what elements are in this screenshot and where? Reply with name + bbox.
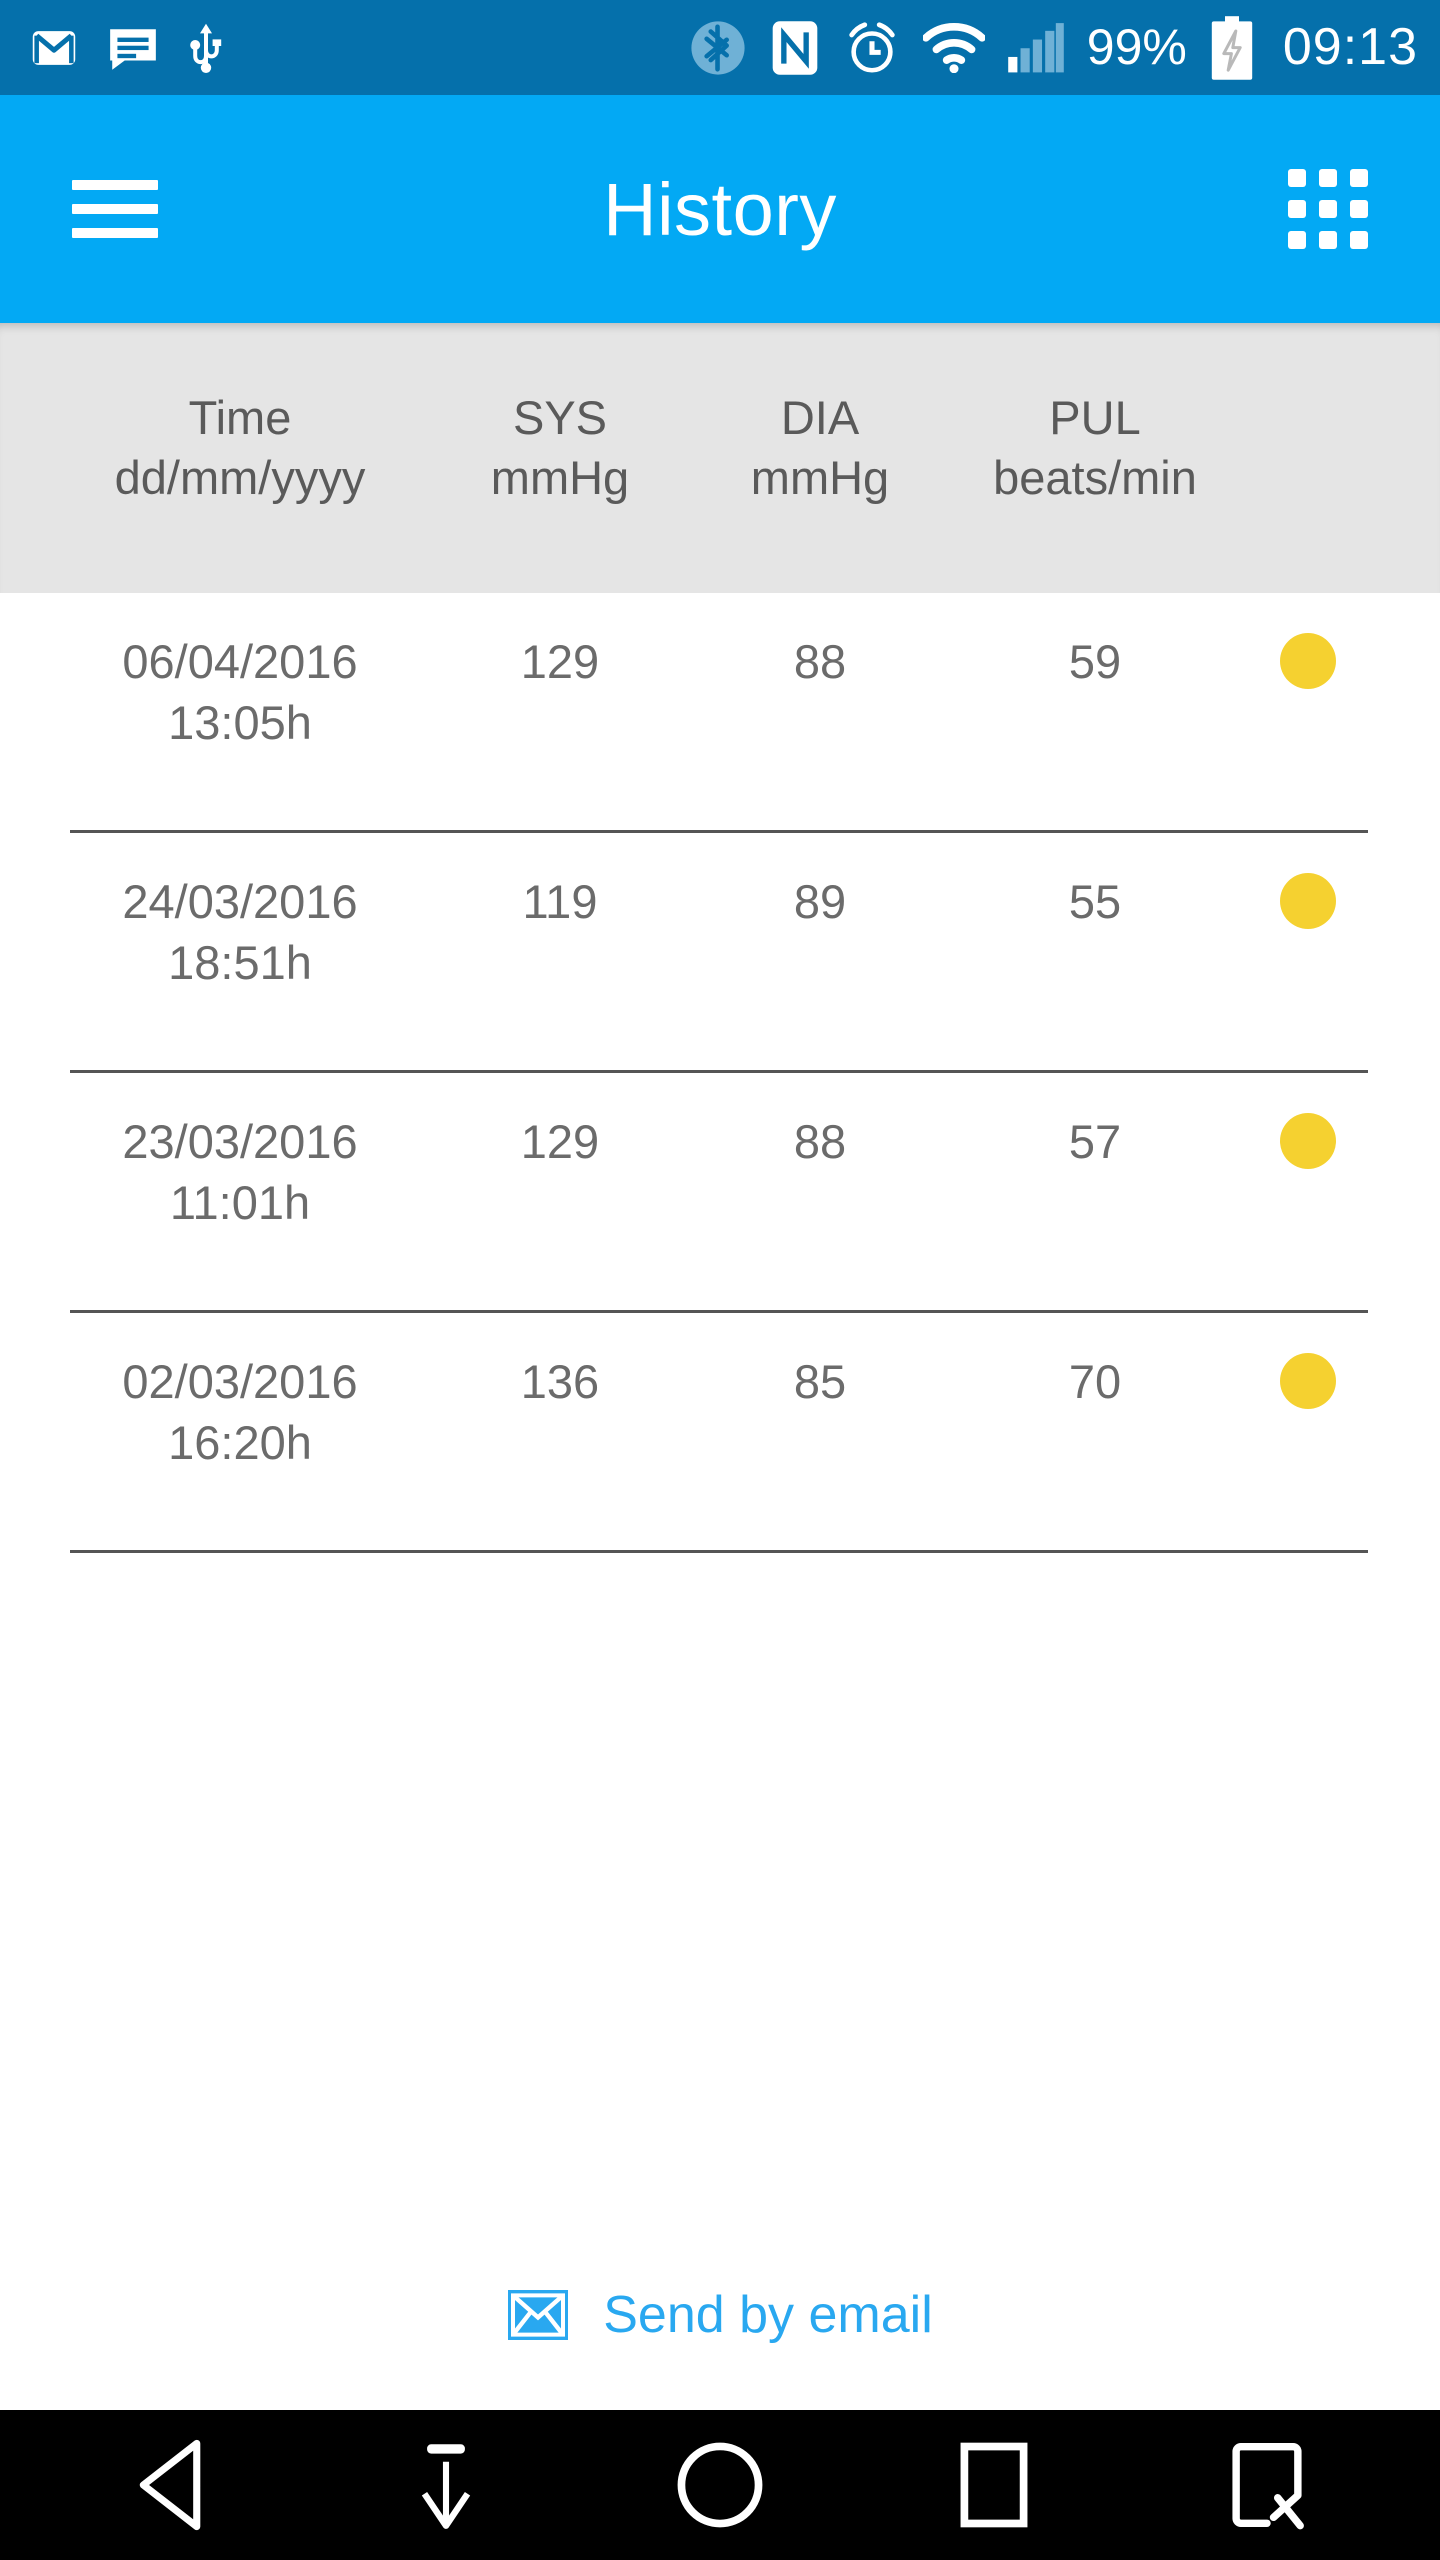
usb-icon (190, 23, 222, 73)
grid-dot (1319, 200, 1337, 218)
cell-date-value: 02/03/2016 (122, 1355, 358, 1408)
status-bar-system-icons: 99% 09:13 (689, 0, 1418, 95)
cell-pul: 59 (1068, 635, 1122, 688)
hamburger-line (72, 228, 158, 238)
status-bar: 99% 09:13 (0, 0, 1440, 95)
cell-time-value: 13:05h (168, 696, 312, 750)
cell-dia: 89 (793, 875, 847, 928)
grid-dot (1350, 169, 1368, 187)
column-header-sys-unit: mmHg (490, 451, 630, 505)
column-header-pul-unit: beats/min (993, 451, 1197, 505)
envelope-icon (508, 2290, 569, 2340)
gmail-icon (32, 30, 76, 65)
hamburger-line (72, 204, 158, 214)
page-title: History (603, 167, 837, 251)
phone-screen: 99% 09:13 History Time dd/mm/yyyy SYS mm… (0, 0, 1440, 2560)
cell-pul: 70 (1068, 1355, 1122, 1408)
grid-dot (1288, 200, 1306, 218)
home-icon[interactable] (635, 2410, 805, 2560)
cell-dia: 88 (793, 635, 847, 688)
download-icon[interactable] (361, 2410, 531, 2560)
cell-time-value: 16:20h (168, 1416, 312, 1470)
nfc-icon (772, 20, 818, 75)
grid-dot (1350, 231, 1368, 249)
battery-percent-label: 99% (1086, 19, 1187, 75)
battery-charging-icon (1211, 15, 1253, 80)
cell-date-value: 06/04/2016 (122, 635, 358, 688)
column-header-sys: SYS mmHg (430, 388, 690, 508)
android-navigation-bar (0, 2410, 1440, 2560)
table-header-row: Time dd/mm/yyyy SYS mmHg DIA mmHg PUL be… (0, 323, 1440, 593)
cell-date-value: 23/03/2016 (122, 1115, 358, 1168)
hamburger-line (72, 180, 158, 190)
recents-icon[interactable] (909, 2410, 1079, 2560)
apps-grid-icon[interactable] (1288, 169, 1368, 249)
cell-pul: 57 (1068, 1115, 1122, 1168)
bluetooth-icon (691, 20, 745, 75)
cell-time: 24/03/2016 18:51h (30, 871, 450, 993)
column-header-pul-label: PUL (1049, 391, 1141, 444)
cell-sys: 129 (520, 635, 600, 688)
table-row[interactable]: 23/03/2016 11:01h 129 88 57 (0, 1073, 1440, 1313)
column-header-time: Time dd/mm/yyyy (30, 388, 450, 508)
cell-pul: 55 (1068, 875, 1122, 928)
app-bar: History (0, 95, 1440, 323)
status-indicator-dot (1280, 1113, 1336, 1169)
column-header-time-unit: dd/mm/yyyy (114, 451, 366, 505)
send-by-email-label: Send by email (603, 2286, 933, 2344)
grid-dot (1319, 169, 1337, 187)
sms-message-icon (110, 28, 156, 70)
send-by-email-button[interactable]: Send by email (0, 2220, 1440, 2410)
status-indicator-dot (1280, 873, 1336, 929)
screenshot-icon[interactable] (1182, 2410, 1352, 2560)
cell-time: 23/03/2016 11:01h (30, 1111, 450, 1233)
grid-dot (1350, 200, 1368, 218)
cell-time-value: 11:01h (169, 1176, 311, 1230)
column-header-sys-label: SYS (512, 391, 608, 444)
hamburger-menu-icon[interactable] (72, 180, 158, 238)
measurement-list[interactable]: 06/04/2016 13:05h 129 88 59 24/03/2016 18:51h 1… (0, 593, 1440, 2220)
cell-sys: 129 (520, 1115, 600, 1168)
table-row[interactable]: 02/03/2016 16:20h 136 85 70 (0, 1313, 1440, 1553)
column-header-dia-unit: mmHg (750, 451, 890, 505)
status-bar-clock: 09:13 (1282, 18, 1418, 76)
status-bar-notification-icons (28, 21, 226, 75)
grid-dot (1288, 169, 1306, 187)
cell-sys: 136 (520, 1355, 600, 1408)
table-row[interactable]: 24/03/2016 18:51h 119 89 55 (0, 833, 1440, 1073)
wifi-icon (922, 22, 985, 73)
status-indicator-dot (1280, 633, 1336, 689)
column-header-pul: PUL beats/min (950, 388, 1240, 508)
column-header-time-label: Time (188, 391, 292, 444)
cell-dia: 85 (793, 1355, 847, 1408)
status-indicator-dot (1280, 1353, 1336, 1409)
back-icon[interactable] (88, 2410, 258, 2560)
cell-time-value: 18:51h (168, 936, 312, 990)
cell-dia: 88 (793, 1115, 847, 1168)
cell-time: 06/04/2016 13:05h (30, 631, 450, 753)
table-row[interactable]: 06/04/2016 13:05h 129 88 59 (0, 593, 1440, 833)
grid-dot (1288, 231, 1306, 249)
cellular-signal-icon (1007, 22, 1064, 72)
cell-date-value: 24/03/2016 (122, 875, 358, 928)
column-header-dia: DIA mmHg (690, 388, 950, 508)
row-divider (70, 1550, 1368, 1553)
column-header-dia-label: DIA (780, 391, 860, 444)
cell-time: 02/03/2016 16:20h (30, 1351, 450, 1473)
alarm-clock-icon (849, 21, 895, 73)
grid-dot (1319, 231, 1337, 249)
cell-sys: 119 (522, 875, 598, 928)
